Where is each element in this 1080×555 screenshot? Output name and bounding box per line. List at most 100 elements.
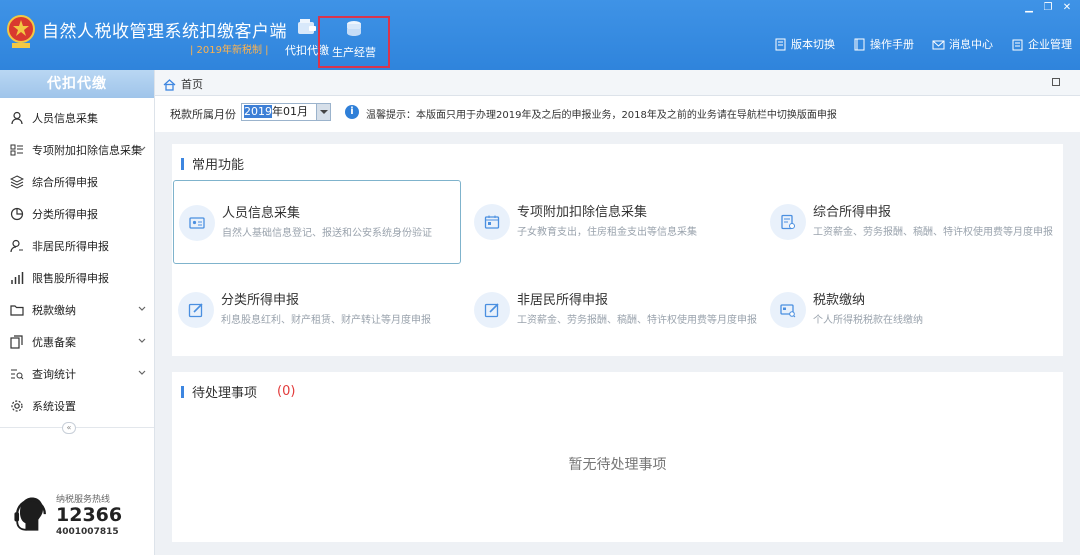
sidebar-item-nonresident-income[interactable]: 非居民所得申报 [0,230,154,262]
sidebar-item-label: 分类所得申报 [32,208,98,221]
sidebar-title: 代扣代缴 [0,70,154,98]
chevron-down-icon [138,146,146,151]
chevron-down-icon [138,338,146,343]
pending-title: 待处理事项 [192,386,258,401]
hotline-number: 12366 [56,504,123,526]
list-icon [10,144,23,156]
card-person-info[interactable]: 人员信息采集 自然人基础信息登记、报送和公安系统身份验证 [173,180,461,264]
period-label: 税款所属月份 [170,108,236,121]
collapse-sidebar-button[interactable]: « [62,422,76,434]
card-icon-bg [770,204,806,240]
user-icon [10,239,23,253]
card-tax-payment[interactable]: 税款缴纳 个人所得税税款在线缴纳 [765,268,1053,352]
card-title: 综合所得申报 [813,205,892,220]
card-desc: 个人所得税税款在线缴纳 [813,315,923,326]
link-label: 操作手册 [870,38,914,51]
home-icon [163,78,176,91]
breadcrumb-label: 首页 [181,78,203,91]
breadcrumb-bar: 首页 [155,70,1080,96]
sidebar-item-label: 优惠备案 [32,336,76,349]
card-classified-income[interactable]: 分类所得申报 利息股息红利、财产租赁、财产转让等月度申报 [173,268,461,352]
sidebar-item-preferential-filing[interactable]: 优惠备案 [0,326,154,358]
card-title: 分类所得申报 [221,293,300,308]
common-functions-panel: 常用功能 人员信息采集 自然人基础信息登记、报送和公安系统身份验证 专项附加扣除… [172,144,1063,356]
sidebar-item-restricted-shares[interactable]: 限售股所得申报 [0,262,154,294]
coins-icon [347,21,361,36]
nav-tab-label: 生产经营 [332,46,376,59]
close-icon[interactable]: ✕ [1060,3,1074,13]
sidebar-item-label: 查询统计 [32,368,76,381]
sidebar-item-special-deduction[interactable]: 专项附加扣除信息采集 [0,134,154,166]
card-special-deduction[interactable]: 专项附加扣除信息采集 子女教育支出，住房租金支出等信息采集 [469,180,757,264]
sidebar-item-tax-payment[interactable]: 税款缴纳 [0,294,154,326]
period-month: 年01月 [272,105,308,118]
sidebar-item-query-stats[interactable]: 查询统计 [0,358,154,390]
sidebar-item-person-info[interactable]: 人员信息采集 [0,102,154,134]
hotline-sub-number: 4001007815 [56,527,119,537]
enterprise-manage-link[interactable]: 企业管理 [1011,36,1072,52]
calendar-icon [484,215,500,229]
message-center-link[interactable]: 消息中心 [932,36,993,52]
card-comprehensive-income[interactable]: 综合所得申报 工资薪金、劳务报酬、稿酬、特许权使用费等月度申报 [765,180,1053,264]
card-title: 人员信息采集 [222,206,301,221]
sidebar-item-label: 专项附加扣除信息采集 [32,144,142,157]
sidebar-item-classified-income[interactable]: 分类所得申报 [0,198,154,230]
header-links: 版本切换 操作手册 消息中心 企业管理 [774,36,1072,52]
sidebar-item-label: 非居民所得申报 [32,240,109,253]
sidebar-item-label: 限售股所得申报 [32,272,109,285]
card-desc: 子女教育支出，住房租金支出等信息采集 [517,227,697,238]
book-icon [854,38,865,50]
card-nonresident-income[interactable]: 非居民所得申报 工资薪金、劳务报酬、稿酬、特许权使用费等月度申报 [469,268,757,352]
title-accent-bar [181,157,184,170]
sidebar-item-label: 税款缴纳 [32,304,76,317]
notice-text: 温馨提示：本版面只用于办理2019年及之后的申报业务，2018年及之前的业务请在… [366,110,837,121]
pending-count: (0) [277,384,296,399]
card-icon-bg [474,204,510,240]
card-title: 税款缴纳 [813,293,866,308]
card-icon-bg [178,292,214,328]
filter-row: 税款所属月份 2019年01月 i 温馨提示：本版面只用于办理2019年及之后的… [155,96,1080,132]
id-card-icon [189,217,205,229]
empty-pending-message: 暂无待处理事项 [568,457,667,473]
bar-chart-icon [11,272,24,284]
document-icon [775,38,786,50]
sidebar-item-system-settings[interactable]: 系统设置 [0,390,154,422]
person-icon [11,111,23,125]
card-icon-bg [770,292,806,328]
card-title: 非居民所得申报 [517,293,609,308]
panel-title: 常用功能 [181,154,244,173]
headset-icon [14,497,46,531]
dropdown-arrow-icon[interactable] [316,104,330,120]
main-content: 税款所属月份 2019年01月 i 温馨提示：本版面只用于办理2019年及之后的… [155,96,1080,555]
nav-tab-business[interactable]: 生产经营 [318,16,390,68]
form-icon [781,214,795,230]
app-subtitle: | 2019年新税制 | [190,45,269,56]
breadcrumb[interactable]: 首页 [163,76,203,92]
app-title: 自然人税收管理系统扣缴客户端 [42,22,287,42]
minimize-icon[interactable]: ▁ [1022,3,1036,13]
manual-link[interactable]: 操作手册 [853,36,914,52]
wallet-icon [298,19,316,34]
version-switch-link[interactable]: 版本切换 [774,36,835,52]
chevron-down-icon [138,370,146,375]
edit-icon [484,303,499,318]
card-icon-bg [179,205,215,241]
link-label: 企业管理 [1028,38,1072,51]
maximize-panel-icon[interactable] [1052,78,1060,86]
pending-panel: 待处理事项 (0) 暂无待处理事项 [172,372,1063,542]
period-select[interactable]: 2019年01月 [241,103,331,121]
edit-icon [188,303,203,318]
link-label: 消息中心 [949,38,993,51]
layers-icon [10,175,24,189]
period-year-selected: 2019 [244,105,272,118]
pie-chart-icon [10,207,24,221]
payment-icon [780,304,796,318]
card-desc: 利息股息红利、财产租赁、财产转让等月度申报 [221,315,431,326]
sidebar-item-comprehensive-income[interactable]: 综合所得申报 [0,166,154,198]
search-list-icon [11,369,24,380]
card-desc: 工资薪金、劳务报酬、稿酬、特许权使用费等月度申报 [517,315,757,326]
card-title: 专项附加扣除信息采集 [517,205,648,220]
restore-icon[interactable]: ❐ [1041,3,1055,13]
title-accent-bar [181,385,184,398]
panel-title: 待处理事项 (0) [181,382,295,401]
